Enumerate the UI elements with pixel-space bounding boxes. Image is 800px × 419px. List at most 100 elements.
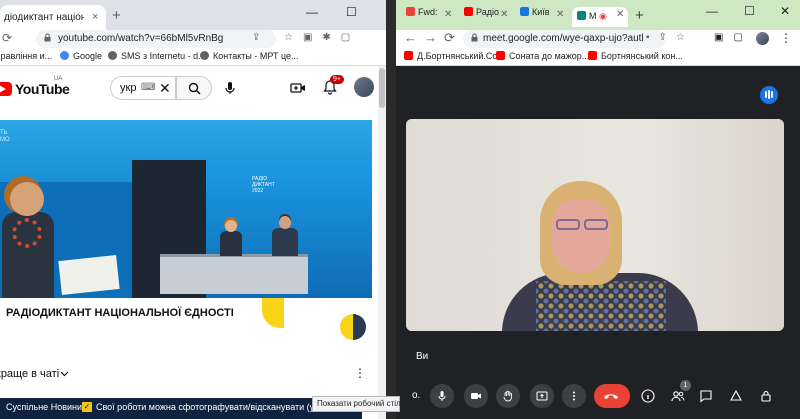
youtube-icon	[496, 51, 505, 60]
reload-icon[interactable]: ⟳	[444, 30, 455, 46]
bookmarks-bar: Д.Бортнянський.Со... Соната до мажор... …	[396, 48, 800, 66]
back-icon[interactable]: ←	[404, 30, 417, 45]
chat-button[interactable]	[694, 384, 718, 408]
studio-desk	[160, 254, 308, 294]
bookmark-item[interactable]: Д.Бортнянський.Со...	[404, 51, 505, 61]
globe-icon	[200, 51, 209, 60]
search-icon	[188, 82, 201, 95]
reader-woman	[2, 176, 62, 298]
scrollbar-thumb[interactable]	[379, 68, 385, 108]
recording-dot-icon: ◉	[599, 11, 607, 21]
host-controls-button[interactable]	[754, 384, 778, 408]
tab-youtube[interactable]: діодиктант національн ×	[0, 5, 106, 30]
tab-strip: Fwd: ✕ Радіо ✕ Київ ✕ М ◉ ✕ + — ☐ ✕	[396, 0, 800, 30]
camera-icon	[471, 393, 481, 399]
forward-icon[interactable]: →	[424, 30, 437, 45]
extension-icons[interactable]: ▣▢	[714, 32, 753, 43]
chrome-menu-icon[interactable]: ⋮	[780, 31, 792, 45]
chat-icon	[700, 390, 712, 403]
clear-search-icon[interactable]: ✕	[159, 80, 171, 97]
youtube-browser-window: діодиктант національн × + — ☐ ⟳ youtube.…	[0, 0, 386, 419]
close-window-button[interactable]: ✕	[780, 4, 790, 18]
globe-icon	[108, 51, 117, 60]
bookmark-item[interactable]: Контакты - МРТ це...	[200, 51, 299, 61]
activities-icon	[730, 389, 742, 401]
youtube-play-icon	[0, 82, 12, 96]
video-player[interactable]: ТЬ МО РАДІО ДИКТАНТ 2022 РАДІОДИКТАНТ НА…	[0, 120, 372, 342]
account-avatar[interactable]	[354, 77, 374, 97]
participant-video	[502, 181, 702, 331]
presenter-man	[272, 216, 298, 256]
new-tab-button[interactable]: +	[635, 7, 644, 24]
channel-watermark: ТЬ МО	[0, 130, 10, 143]
tab-close-icon[interactable]: ✕	[444, 9, 452, 20]
more-options-icon[interactable]: ⋮	[354, 366, 366, 380]
more-options-button[interactable]	[562, 384, 586, 408]
chevron-down-icon[interactable]	[60, 369, 69, 378]
self-name-label: Ви	[416, 351, 429, 362]
window-divider	[386, 0, 396, 419]
create-video-icon[interactable]	[290, 80, 306, 96]
search-input[interactable]: укр ⌨ ✕	[110, 76, 176, 100]
present-screen-tooltip: Показати робочий стіл	[312, 396, 401, 412]
raise-hand-button[interactable]	[496, 384, 520, 408]
bookmark-item[interactable]: SMS з Internetu - d...	[108, 51, 206, 61]
keyboard-icon[interactable]: ⌨	[141, 82, 155, 93]
call-controls-bar: o. 1	[396, 380, 800, 419]
address-bar[interactable]: youtube.com/watch?v=66bMl5vRnBg ⇪	[36, 30, 276, 48]
meeting-details-button[interactable]	[636, 384, 660, 408]
search-button[interactable]	[176, 76, 212, 100]
profile-avatar[interactable]	[756, 32, 769, 45]
microphone-button[interactable]	[430, 384, 454, 408]
tab-docs[interactable]: Київ	[520, 7, 560, 27]
camera-indicator-icon[interactable]: ▪⇪☆	[646, 32, 694, 43]
hang-up-icon	[604, 394, 618, 399]
google-icon	[60, 51, 69, 60]
screen-text: РАДІО ДИКТАНТ 2022	[252, 176, 275, 194]
bookmark-item[interactable]: хравління и...	[0, 51, 52, 61]
youtube-logo[interactable]: YouTube	[0, 80, 70, 98]
minimize-button[interactable]: —	[306, 5, 318, 19]
tab-youtube-radio[interactable]: Радіо	[464, 7, 504, 27]
meet-browser-window: Fwd: ✕ Радіо ✕ Київ ✕ М ◉ ✕ + — ☐ ✕ ← → …	[396, 0, 800, 419]
chat-sort-label[interactable]: краще в чаті	[0, 368, 59, 380]
camera-button[interactable]	[464, 384, 488, 408]
browser-toolbar: ← → ⟳ meet.google.com/wye-qaxp-ujo?authu…	[396, 30, 800, 48]
share-icon[interactable]: ⇪	[252, 32, 266, 43]
tab-strip: діодиктант національн × + — ☐	[0, 0, 386, 30]
present-screen-button[interactable]	[530, 384, 554, 408]
youtube-icon	[404, 51, 413, 60]
minimize-button[interactable]: —	[706, 4, 718, 18]
page-scrollbar[interactable]	[378, 66, 386, 419]
tab-close-icon[interactable]: ✕	[556, 9, 564, 20]
meet-icon	[577, 11, 586, 20]
gmail-icon	[406, 7, 415, 16]
leave-call-button[interactable]	[594, 384, 630, 408]
tab-close-icon[interactable]: ✕	[500, 9, 508, 20]
bookmark-item[interactable]: Google	[60, 51, 102, 61]
microphone-icon[interactable]	[222, 80, 238, 96]
maximize-button[interactable]: ☐	[346, 5, 357, 19]
news-ticker: Суспільне Новини ✓ Свої роботи можна сфо…	[0, 398, 362, 419]
maximize-button[interactable]: ☐	[744, 4, 755, 18]
tab-close-icon[interactable]: ✕	[616, 9, 624, 20]
reading-paper	[58, 255, 120, 295]
tab-close-icon[interactable]: ×	[92, 11, 98, 23]
present-icon	[536, 391, 548, 401]
meeting-info-dot: o.	[412, 390, 421, 401]
activities-button[interactable]	[724, 384, 748, 408]
bookmark-item[interactable]: Бортнянський кон...	[588, 51, 683, 61]
self-video-tile[interactable]	[406, 119, 784, 331]
reload-icon[interactable]: ⟳	[2, 31, 12, 45]
address-bar[interactable]: meet.google.com/wye-qaxp-ujo?authu...	[463, 30, 666, 48]
extension-icons[interactable]: ☆▣✱▢	[284, 32, 360, 43]
participant-count-badge: 1	[680, 380, 691, 391]
new-tab-button[interactable]: +	[112, 7, 121, 24]
notification-count-badge: 9+	[330, 75, 344, 84]
youtube-icon	[588, 51, 597, 60]
microphone-icon	[438, 391, 446, 401]
browser-toolbar: ⟳ youtube.com/watch?v=66bMl5vRnBg ⇪ ☆▣✱▢	[0, 30, 386, 48]
bookmark-item[interactable]: Соната до мажор...	[496, 51, 589, 61]
audio-level-indicator	[760, 86, 778, 104]
hand-icon	[503, 390, 512, 402]
